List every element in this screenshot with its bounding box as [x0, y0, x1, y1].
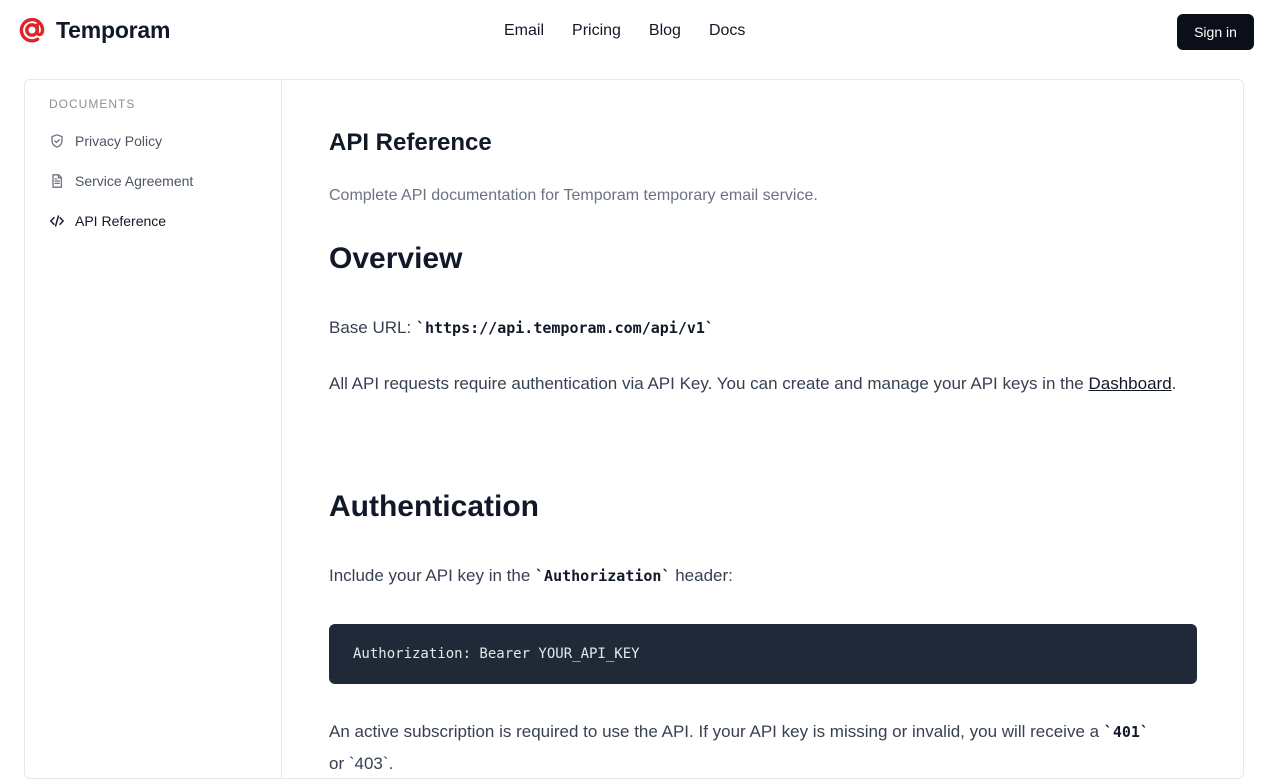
code-block: Authorization: Bearer YOUR_API_KEY [329, 624, 1197, 684]
page-subtitle: Complete API documentation for Temporam … [329, 187, 818, 204]
base-url-label: Base URL: [329, 318, 416, 337]
subscription-paragraph: An active subscription is required to us… [329, 716, 1197, 780]
code-401: `401` [1103, 723, 1149, 741]
top-navbar: Temporam Email Pricing Blog Docs Sign in [0, 0, 1270, 64]
sidebar-item-label: API Reference [75, 213, 167, 229]
overview-heading: Overview [329, 242, 463, 275]
sidebar-heading: DOCUMENTS [49, 97, 136, 111]
sidebar-item-service-agreement[interactable]: Service Agreement [49, 173, 193, 189]
code-icon [50, 215, 64, 227]
authentication-heading: Authentication [329, 490, 539, 523]
dashboard-link[interactable]: Dashboard [1089, 374, 1172, 393]
at-sign-icon [19, 17, 45, 43]
sidebar-item-privacy-policy[interactable]: Privacy Policy [49, 133, 162, 149]
base-url-code: `https://api.temporam.com/api/v1` [415, 319, 714, 337]
base-url-paragraph: Base URL: `https://api.temporam.com/api/… [329, 312, 1197, 344]
authorization-header-paragraph: Include your API key in the `Authorizati… [329, 560, 1197, 592]
auth-header-text: Include your API key in the [329, 566, 536, 585]
sign-in-button[interactable]: Sign in [1177, 14, 1254, 50]
page-title: API Reference [329, 129, 492, 156]
shield-icon [51, 134, 63, 148]
period: . [1171, 374, 1177, 393]
auth-intro-paragraph: All API requests require authentication … [329, 368, 1197, 400]
authorization-code: `Authorization` [535, 567, 671, 585]
nav-pricing[interactable]: Pricing [558, 20, 635, 42]
auth-text: All API requests require authentication … [329, 374, 1089, 393]
nav-blog[interactable]: Blog [635, 20, 695, 42]
sidebar-item-label: Service Agreement [75, 173, 194, 189]
sidebar-item-api-reference[interactable]: API Reference [49, 213, 166, 229]
docs-container: DOCUMENTS Privacy Policy Service Agreeme… [24, 79, 1244, 779]
nav-email[interactable]: Email [490, 20, 558, 42]
docs-sidebar: DOCUMENTS Privacy Policy Service Agreeme… [25, 80, 282, 778]
document-icon [52, 174, 63, 188]
sidebar-item-label: Privacy Policy [75, 133, 163, 149]
brand-name: Temporam [56, 16, 171, 43]
auth-header-suffix: header: [670, 566, 733, 585]
subscription-text: An active subscription is required to us… [329, 722, 1104, 741]
subscription-trailing: or `403`. [329, 754, 394, 773]
brand-logo[interactable]: Temporam [18, 16, 170, 44]
nav-docs[interactable]: Docs [695, 20, 759, 42]
main-nav: Email Pricing Blog Docs [490, 20, 759, 42]
